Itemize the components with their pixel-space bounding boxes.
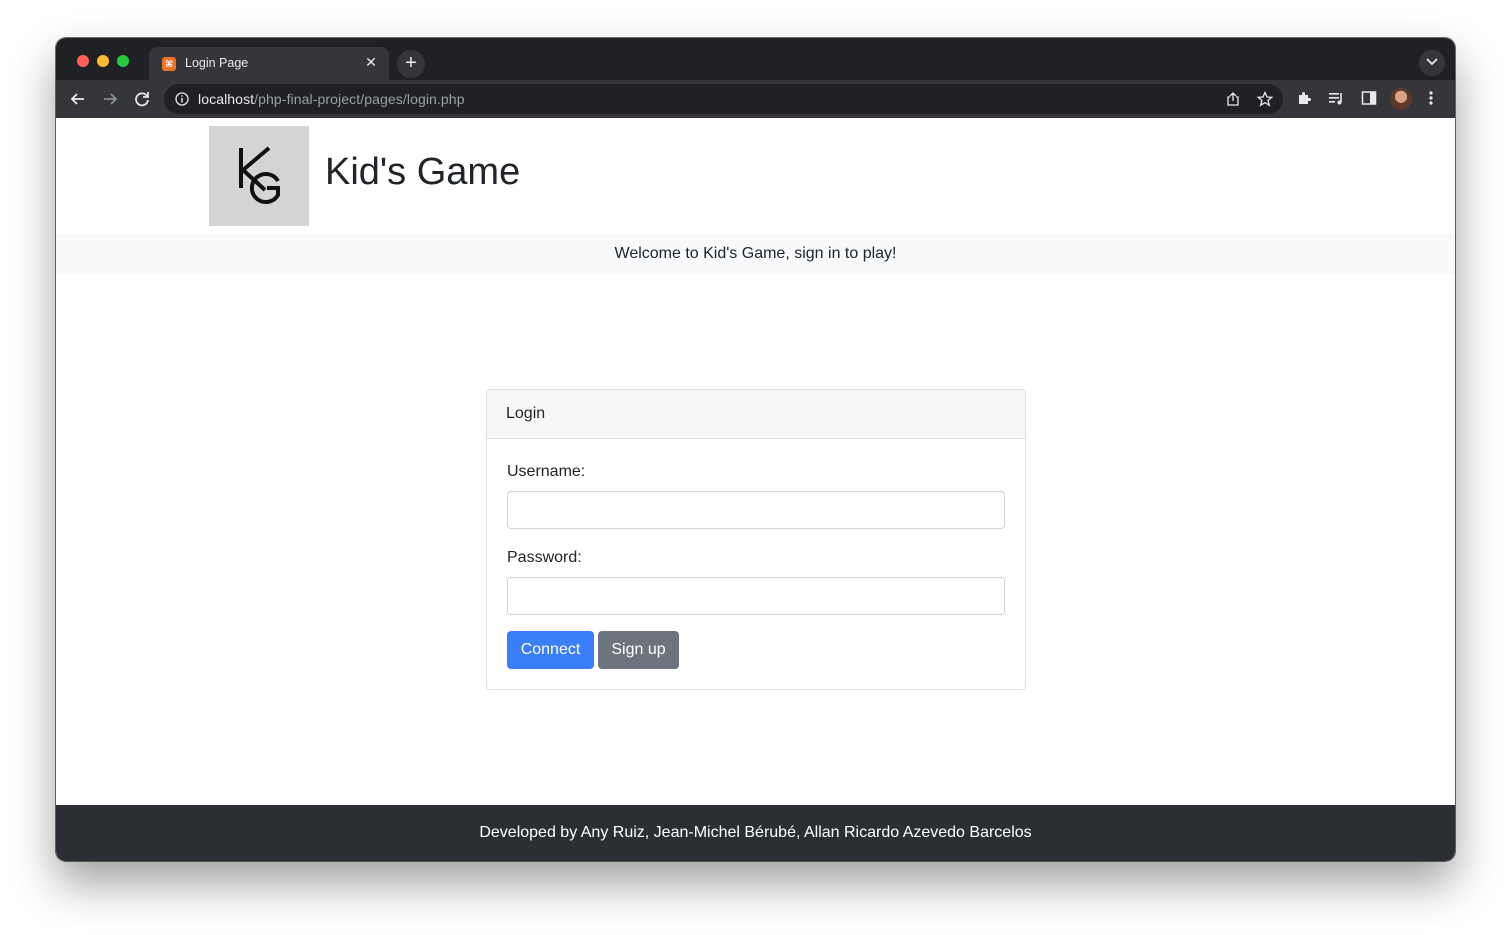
forward-button[interactable] — [99, 88, 121, 110]
sign-up-button[interactable]: Sign up — [598, 631, 679, 669]
tab-title: Login Page — [185, 56, 249, 70]
welcome-message: Welcome to Kid's Game, sign in to play! — [56, 234, 1455, 274]
login-card-title: Login — [487, 390, 1025, 439]
reload-button[interactable] — [131, 88, 153, 110]
username-input[interactable] — [507, 491, 1005, 529]
back-button[interactable] — [67, 88, 89, 110]
close-window-button[interactable] — [77, 55, 89, 67]
url-path: /php-final-project/pages/login.php — [254, 91, 465, 107]
address-bar[interactable]: localhost/php-final-project/pages/login.… — [164, 84, 1283, 114]
tab-close-icon[interactable]: ✕ — [363, 54, 379, 70]
url-host: localhost — [198, 91, 255, 107]
site-title: Kid's Game — [325, 151, 521, 193]
minimize-window-button[interactable] — [97, 55, 109, 67]
share-icon[interactable] — [1226, 91, 1240, 107]
star-icon[interactable] — [1257, 91, 1273, 107]
url-text: localhost/php-final-project/pages/login.… — [198, 91, 465, 107]
tab-strip: ⌘ Login Page ✕ + — [56, 38, 1455, 80]
sidebar-icon[interactable] — [1361, 90, 1377, 106]
username-label: Username: — [507, 463, 586, 480]
site-logo[interactable] — [209, 126, 309, 226]
login-card: Login Username: Password: Connect Sign u… — [486, 389, 1026, 690]
page-viewport: Kid's Game Welcome to Kid's Game, sign i… — [56, 118, 1455, 861]
reload-icon — [135, 92, 149, 107]
browser-window: ⌘ Login Page ✕ + localhost/php-final-pro… — [56, 38, 1455, 861]
info-icon[interactable] — [175, 92, 189, 106]
password-input[interactable] — [507, 577, 1005, 615]
tab-search-button[interactable] — [1419, 50, 1445, 76]
kg-logo-icon — [239, 146, 280, 204]
browser-toolbar: localhost/php-final-project/pages/login.… — [56, 80, 1455, 118]
favicon-icon: ⌘ — [162, 57, 176, 71]
media-icon[interactable] — [1328, 90, 1345, 107]
back-icon — [70, 93, 84, 105]
maximize-window-button[interactable] — [117, 55, 129, 67]
forward-icon — [104, 93, 118, 105]
connect-button[interactable]: Connect — [507, 631, 594, 669]
new-tab-button[interactable]: + — [397, 50, 425, 78]
profile-avatar[interactable] — [1390, 88, 1412, 110]
extensions-icon[interactable] — [1296, 90, 1313, 107]
menu-icon[interactable] — [1428, 90, 1434, 106]
tab-login-page[interactable]: ⌘ Login Page ✕ — [149, 47, 389, 80]
password-label: Password: — [507, 549, 582, 566]
page-footer: Developed by Any Ruiz, Jean-Michel Bérub… — [56, 805, 1455, 861]
chevron-down-icon — [1426, 58, 1438, 66]
